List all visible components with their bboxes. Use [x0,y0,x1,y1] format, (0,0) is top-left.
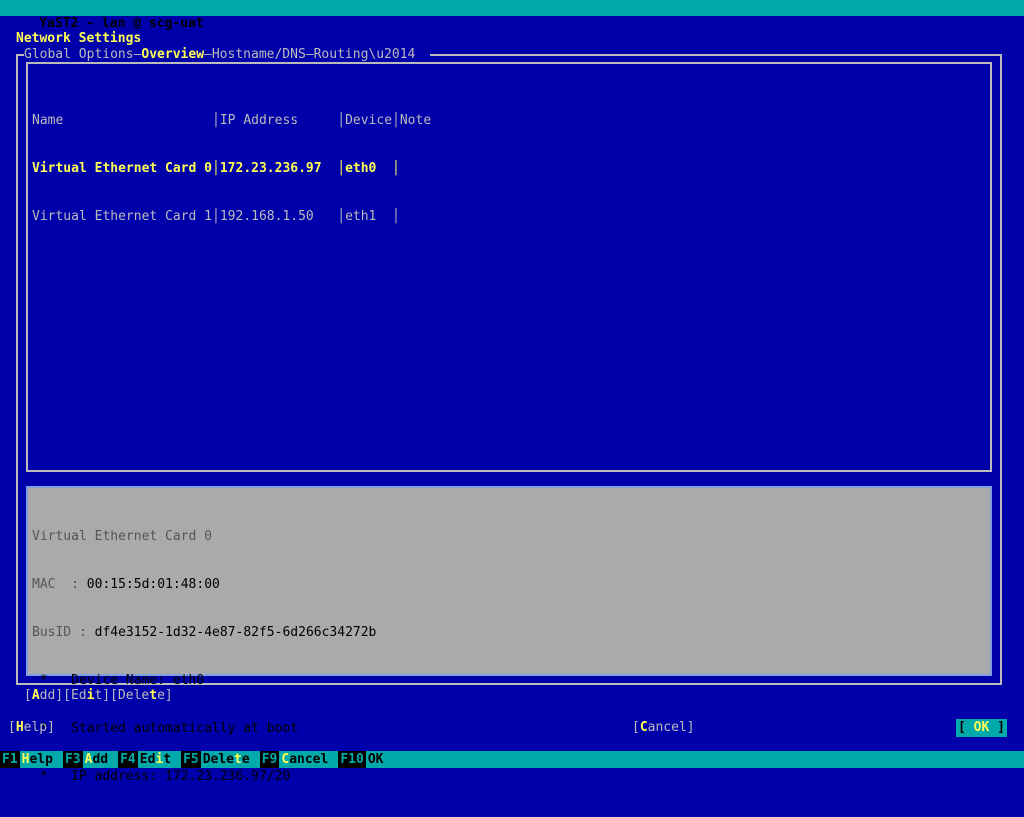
function-key-gap [54,751,63,768]
ok-button-label: OK [973,720,990,735]
tab-bar: Global Options—Overview—Hostname/DNS—Rou… [24,47,415,63]
tab-separator-3: — [305,47,314,62]
function-key-f4-key: F4 [118,751,138,768]
table-row[interactable]: Virtual Ethernet Card 0│172.23.236.97 │e… [32,161,431,177]
yast-screen: YaST2 - lan @ scg-uat Network Settings G… [0,0,1024,784]
window-title-bar: YaST2 - lan @ scg-uat [0,0,1024,31]
detail-mac-line: MAC : 00:15:5d:01:48:00 [32,577,376,593]
help-button[interactable]: [Help] [8,720,55,736]
ok-button[interactable]: [ OK ] [956,719,1007,737]
detail-bullet-text: Started automatically at boot [71,721,299,736]
tab-hostname-dns[interactable]: Hostname/DNS [212,47,306,62]
table-action-buttons: [Add][Edit][Delete] [24,688,173,704]
function-key-f3-key: F3 [62,751,83,768]
cancel-button[interactable]: [Cancel] [632,720,695,736]
function-key-f5-key: F5 [181,751,201,768]
tab-overview[interactable]: Overview [141,47,204,62]
edit-button[interactable]: [Edit] [63,688,110,703]
detail-bullet-line: * Started automatically at boot [32,721,376,737]
function-key-f4-label: Edit [137,751,174,768]
bullet-icon: * [39,769,48,784]
delete-button[interactable]: [Delete] [110,688,173,703]
function-key-f9[interactable]: F9 Cancel [259,751,331,768]
detail-busid-line: BusID : df4e3152-1d32-4e87-82f5-6d266c34… [32,625,376,641]
function-key-f3[interactable]: F3 Add [62,751,111,768]
detail-bullet-text: Device Name: eth0 [71,673,205,688]
tab-global-options[interactable]: Global Options [24,47,134,62]
tab-separator-4: \u2014 [368,47,416,62]
detail-bullet-text: IP address: 172.23.236.97/20 [71,769,291,784]
function-key-f10-key: F10 [338,751,366,768]
detail-mac-label: MAC : [32,577,79,592]
cancel-hotkey: C [639,720,648,735]
function-key-gap [110,751,119,768]
window-title: YaST2 - lan @ scg-uat [39,16,204,31]
function-key-f10-label: OK [365,751,386,768]
bullet-icon: * [39,673,48,688]
detail-mac-value: 00:15:5d:01:48:00 [86,577,220,592]
table-header-row: Name │IP Address │Device│Note [32,113,432,128]
interface-table[interactable]: Name │IP Address │Device│Note Virtual Et… [26,62,992,472]
add-hotkey: A [31,688,40,703]
delete-hotkey: t [149,688,158,703]
function-key-f5-label: Delete [200,751,252,768]
function-key-f3-label: Add [82,751,111,768]
function-key-f1[interactable]: F1 Help [0,751,55,768]
function-key-f10[interactable]: F10 OK [338,751,386,768]
detail-busid-label: BusID : [32,625,87,640]
detail-bullet-line: * IP address: 172.23.236.97/20 [32,769,376,785]
function-key-f1-label: Help [19,751,55,768]
interface-detail-panel: Virtual Ethernet Card 0 MAC : 00:15:5d:0… [26,486,992,784]
table-row[interactable]: Virtual Ethernet Card 1│192.168.1.50 │et… [32,209,431,225]
tab-separator-2: — [204,47,212,62]
page-title: Network Settings [16,31,142,46]
detail-bullet-line: * Device Name: eth0 [32,673,376,689]
function-key-f4[interactable]: F4 Edit [118,751,174,768]
add-button[interactable]: [Add] [24,688,63,703]
detail-device-title: Virtual Ethernet Card 0 [32,529,213,544]
detail-busid-value: df4e3152-1d32-4e87-82f5-6d266c34272b [94,625,377,640]
interface-detail-text: Virtual Ethernet Card 0 MAC : 00:15:5d:0… [32,497,376,817]
function-key-f9-label: Cancel [279,751,331,768]
function-key-f9-key: F9 [259,751,280,768]
function-key-gap [330,751,339,768]
function-key-gap [173,751,182,768]
help-hotkey: H [15,720,24,735]
function-key-f5[interactable]: F5 Delete [181,751,252,768]
function-key-f1-key: F1 [0,751,20,768]
function-key-bar: F1 Help F3 Add F4 Edit F5 Delete F9 Cancel F1… [0,751,1024,768]
function-key-gap [251,751,260,768]
tab-routing[interactable]: Routing [314,47,369,62]
interface-table-body: Name │IP Address │Device│Note Virtual Et… [32,81,431,257]
